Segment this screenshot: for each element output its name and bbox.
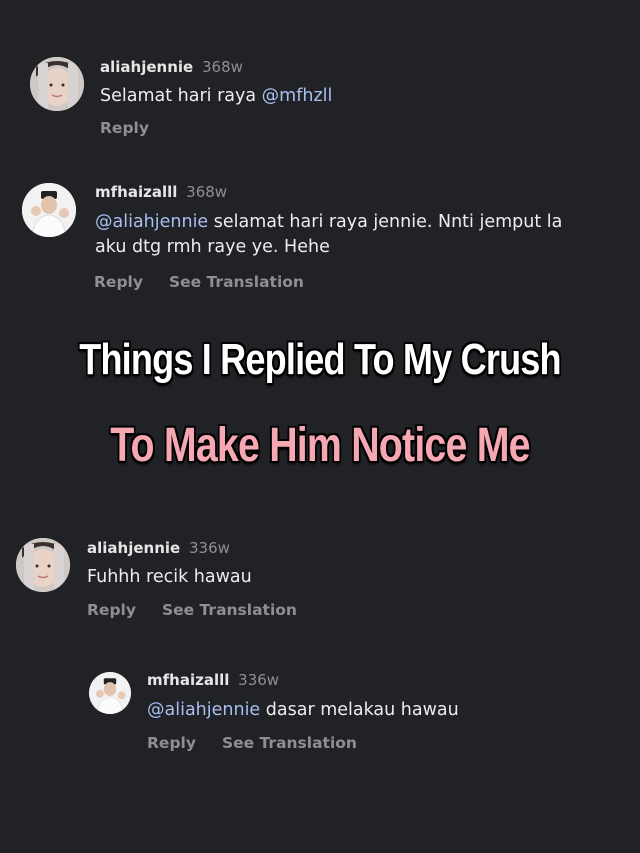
mention-link[interactable]: @aliahjennie: [95, 212, 208, 232]
profile-photo-icon: [89, 672, 131, 714]
comment-text: Fuhhh recik hawau: [87, 567, 252, 587]
see-translation-link[interactable]: See Translation: [169, 273, 304, 291]
avatar[interactable]: [16, 538, 70, 592]
avatar[interactable]: [22, 183, 76, 237]
comment-text: @aliahjennie dasar melakau hawau: [147, 698, 459, 722]
profile-photo-icon: [16, 538, 70, 592]
username[interactable]: mfhaizalll: [95, 183, 177, 201]
avatar[interactable]: [30, 57, 84, 111]
timestamp: 336w: [188, 539, 230, 557]
comment-text: Selamat hari raya @mfhzll: [100, 84, 332, 108]
comment-text-line1: selamat hari raya jennie. Nnti jemput la: [208, 212, 563, 232]
username[interactable]: aliahjennie: [87, 539, 180, 557]
comment-text-line2: aku dtg rmh raye ye. Hehe: [95, 237, 330, 257]
overlay-headline-line1: Things I Replied To My Crush: [79, 335, 561, 384]
comment-text: @aliahjennie selamat hari raya jennie. N…: [95, 210, 562, 234]
overlay-headline-line2: To Make Him Notice Me: [110, 419, 530, 472]
see-translation-link[interactable]: See Translation: [222, 734, 357, 752]
username[interactable]: mfhaizalll: [147, 671, 229, 689]
comment-text-plain: Selamat hari raya: [100, 86, 262, 106]
reply-button[interactable]: Reply: [87, 601, 136, 619]
mention-link[interactable]: @mfhzll: [262, 86, 333, 106]
username[interactable]: aliahjennie: [100, 58, 193, 76]
timestamp: 368w: [201, 58, 243, 76]
timestamp: 336w: [238, 671, 280, 689]
reply-button[interactable]: Reply: [94, 273, 143, 291]
see-translation-link[interactable]: See Translation: [162, 601, 297, 619]
mention-link[interactable]: @aliahjennie: [147, 700, 260, 720]
profile-photo-icon: [30, 57, 84, 111]
comment-text-plain: dasar melakau hawau: [260, 700, 459, 720]
avatar[interactable]: [89, 672, 131, 714]
profile-photo-icon: [22, 183, 76, 237]
reply-button[interactable]: Reply: [100, 119, 149, 137]
reply-button[interactable]: Reply: [147, 734, 196, 752]
timestamp: 368w: [186, 183, 228, 201]
